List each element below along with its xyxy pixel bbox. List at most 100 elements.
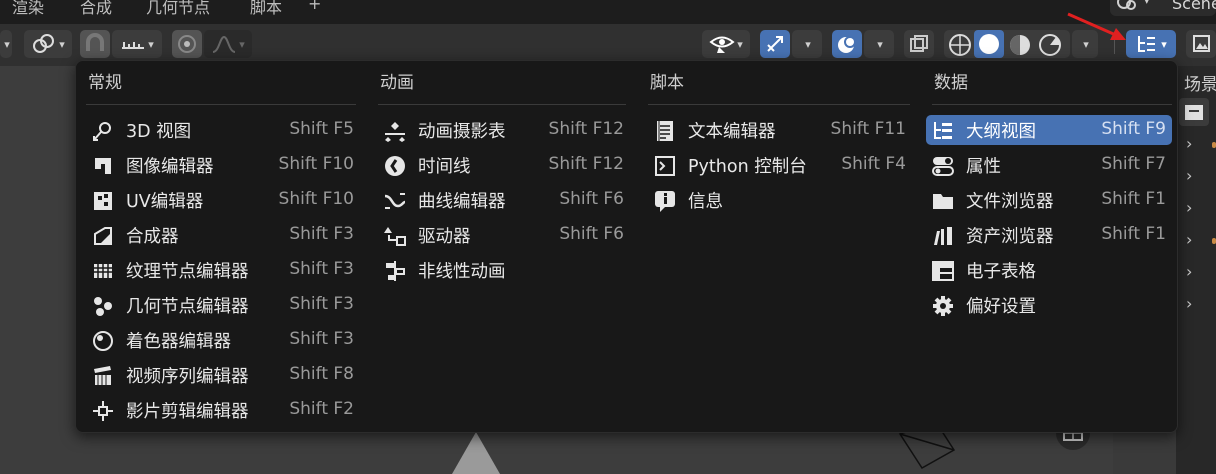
visibility-button[interactable]: ▾: [702, 30, 750, 58]
tab-geometry-nodes[interactable]: 几何节点: [146, 0, 210, 18]
header-dropdown-left[interactable]: ▾: [0, 30, 12, 58]
rendered-shading-icon[interactable]: [1038, 33, 1062, 57]
archive-icon: [1185, 105, 1203, 120]
menu-item-shortcut: Shift F5: [289, 119, 354, 139]
outliner-filter-button[interactable]: [1179, 98, 1209, 126]
dopesheet-icon: [384, 120, 406, 142]
menu-item-shortcut: Shift F12: [548, 119, 624, 139]
menu-item-info[interactable]: 信息: [648, 185, 912, 215]
outliner-expand-icon[interactable]: ›: [1186, 294, 1192, 313]
outliner-expand-icon[interactable]: ›: [1186, 230, 1192, 249]
properties-icon: [932, 155, 954, 177]
menu-item-preferences[interactable]: 偏好设置: [926, 290, 1172, 320]
menu-divider: [378, 104, 626, 105]
menu-item-label: 时间线: [418, 157, 471, 177]
menu-item-label: 动画摄影表: [418, 122, 506, 142]
outliner-expand-icon[interactable]: ›: [1186, 134, 1192, 153]
menu-item-shortcut: Shift F8: [289, 364, 354, 384]
proportional-edit-toggle[interactable]: [172, 30, 202, 58]
outliner-editor-icon: [1138, 36, 1156, 52]
menu-item-label: 几何节点编辑器: [126, 297, 249, 317]
menu-item-nonlinear-animation[interactable]: 非线性动画: [378, 255, 630, 285]
geometry-node-icon: [92, 295, 114, 317]
info-icon: [654, 190, 676, 212]
menu-item-label: 信息: [688, 192, 723, 212]
outliner-expand-icon[interactable]: ›: [1186, 198, 1192, 217]
preferences-icon: [932, 295, 954, 317]
menu-heading-scripting: 脚本: [650, 73, 684, 93]
scene-name: Scene: [1172, 0, 1216, 13]
image-editor-icon: [92, 155, 114, 177]
menu-item-graph-editor[interactable]: 曲线编辑器 Shift F6: [378, 185, 630, 215]
spreadsheet-icon: [932, 260, 954, 282]
cone-object[interactable]: [452, 432, 500, 474]
overlays-icon: [838, 36, 856, 53]
menu-item-label: 电子表格: [966, 262, 1036, 282]
menu-item-shortcut: Shift F4: [841, 154, 906, 174]
outliner-expand-icon[interactable]: ›: [1186, 262, 1192, 281]
menu-item-image-editor[interactable]: 图像编辑器 Shift F10: [86, 150, 360, 180]
menu-item-properties[interactable]: 属性 Shift F7: [926, 150, 1172, 180]
menu-item-drivers[interactable]: 驱动器 Shift F6: [378, 220, 630, 250]
transform-pivot-button[interactable]: ▾: [24, 30, 72, 58]
menu-divider: [932, 104, 1172, 105]
outliner-expand-icon[interactable]: ›: [1186, 166, 1192, 185]
menu-item-movie-clip-editor[interactable]: 影片剪辑编辑器 Shift F2: [86, 395, 360, 425]
tab-compositing[interactable]: 合成: [80, 0, 112, 18]
eye-icon: [709, 36, 735, 53]
menu-item-label: UV编辑器: [126, 192, 204, 212]
menu-item-geometry-node-editor[interactable]: 几何节点编辑器 Shift F3: [86, 290, 360, 320]
xray-toggle[interactable]: [904, 30, 934, 58]
menu-item-shortcut: Shift F3: [289, 329, 354, 349]
menu-item-text-editor[interactable]: 文本编辑器 Shift F11: [648, 115, 912, 145]
menu-item-3d-viewport[interactable]: 3D 视图 Shift F5: [86, 115, 360, 145]
menu-heading-animation: 动画: [380, 73, 414, 93]
menu-item-python-console[interactable]: Python 控制台 Shift F4: [648, 150, 912, 180]
3d-viewport-icon: [92, 120, 114, 142]
snap-increment-icon: [122, 42, 145, 49]
pivot-icon: [33, 34, 55, 53]
tab-rendering[interactable]: 渲染: [12, 0, 44, 18]
menu-heading-general: 常规: [88, 73, 122, 93]
overlays-toggle[interactable]: [832, 30, 862, 58]
overlays-dropdown[interactable]: ▾: [864, 30, 894, 58]
wireframe-shading-icon[interactable]: [948, 33, 972, 57]
add-workspace-button[interactable]: +: [308, 0, 321, 13]
menu-item-label: 视频序列编辑器: [126, 367, 249, 387]
menu-item-shader-editor[interactable]: 着色器编辑器 Shift F3: [86, 325, 360, 355]
menu-item-outliner[interactable]: 大纲视图 Shift F9: [926, 115, 1172, 145]
menu-item-timeline[interactable]: 时间线 Shift F12: [378, 150, 630, 180]
menu-item-spreadsheet[interactable]: 电子表格: [926, 255, 1172, 285]
menu-divider: [86, 104, 356, 105]
menu-item-shortcut: Shift F7: [1101, 154, 1166, 174]
menu-item-label: 文本编辑器: [688, 122, 776, 142]
menu-item-shortcut: Shift F3: [289, 294, 354, 314]
menu-item-label: 3D 视图: [126, 122, 192, 142]
menu-item-dope-sheet[interactable]: 动画摄影表 Shift F12: [378, 115, 630, 145]
text-editor-icon: [654, 120, 676, 142]
menu-item-video-sequencer[interactable]: 视频序列编辑器 Shift F8: [86, 360, 360, 390]
compositor-icon: [92, 225, 114, 247]
outliner-object-icon: [1212, 142, 1216, 148]
tab-scripting[interactable]: 脚本: [250, 0, 282, 18]
menu-item-label: 合成器: [126, 227, 179, 247]
menu-item-compositor[interactable]: 合成器 Shift F3: [86, 220, 360, 250]
menu-item-uv-editor[interactable]: UV编辑器 Shift F10: [86, 185, 360, 215]
file-browser-icon: [932, 190, 954, 212]
menu-item-label: 曲线编辑器: [418, 192, 506, 212]
gizmo-dropdown[interactable]: ▾: [792, 30, 822, 58]
display-mode-button[interactable]: [1186, 30, 1216, 58]
menu-item-shortcut: Shift F3: [289, 259, 354, 279]
gizmo-toggle[interactable]: [760, 30, 790, 58]
solid-shading-button[interactable]: [974, 30, 1004, 58]
menu-item-asset-browser[interactable]: 资产浏览器 Shift F1: [926, 220, 1172, 250]
clip-editor-icon: [92, 400, 114, 422]
snap-toggle[interactable]: [80, 30, 110, 58]
menu-item-texture-node-editor[interactable]: 纹理节点编辑器 Shift F3: [86, 255, 360, 285]
console-icon: [654, 155, 676, 177]
falloff-button[interactable]: ▾: [204, 30, 252, 58]
menu-item-label: 纹理节点编辑器: [126, 262, 249, 282]
snap-target-button[interactable]: ▾: [112, 30, 162, 58]
material-shading-icon[interactable]: [1008, 33, 1032, 57]
menu-item-file-browser[interactable]: 文件浏览器 Shift F1: [926, 185, 1172, 215]
